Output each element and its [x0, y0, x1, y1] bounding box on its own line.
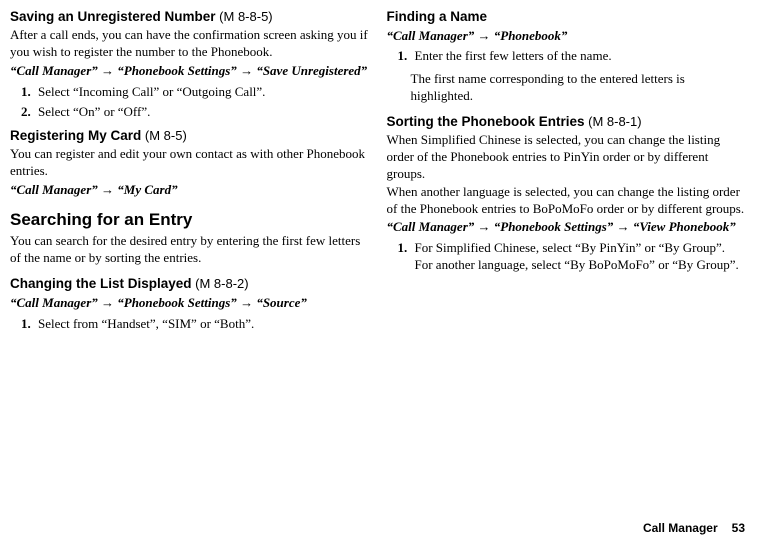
heading-registering-card: Registering My Card (M 8-5) [10, 127, 369, 145]
arrow-icon: → [478, 219, 491, 234]
list-item: Select from “Handset”, “SIM” or “Both”. [34, 316, 369, 333]
nav-path: “Call Manager” → “Phonebook Settings” → … [387, 219, 746, 236]
body-text: You can register and edit your own conta… [10, 146, 369, 180]
heading-text: Saving an Unregistered Number [10, 9, 216, 24]
step-list: Select from “Handset”, “SIM” or “Both”. [10, 316, 369, 333]
body-text: After a call ends, you can have the conf… [10, 27, 369, 61]
body-text: When Simplified Chinese is selected, you… [387, 132, 746, 183]
step-list: Select “Incoming Call” or “Outgoing Call… [10, 84, 369, 122]
menu-code: (M 8-8-1) [585, 114, 642, 129]
heading-finding-name: Finding a Name [387, 8, 746, 26]
nav-item: “Phonebook” [494, 28, 568, 43]
step-list: Enter the first few letters of the name. [387, 48, 746, 65]
heading-text: Registering My Card [10, 128, 141, 143]
body-text: When another language is selected, you c… [387, 184, 746, 218]
list-item: Select “Incoming Call” or “Outgoing Call… [34, 84, 369, 101]
menu-code: (M 8-8-2) [192, 276, 249, 291]
list-item: Enter the first few letters of the name. [411, 48, 746, 65]
heading-changing-list: Changing the List Displayed (M 8-8-2) [10, 275, 369, 293]
nav-path: “Call Manager” → “Phonebook Settings” → … [10, 63, 369, 80]
body-text: You can search for the desired entry by … [10, 233, 369, 267]
nav-path: “Call Manager” → “Phonebook Settings” → … [10, 295, 369, 312]
nav-item: “View Phonebook” [633, 219, 736, 234]
list-item: Select “On” or “Off”. [34, 104, 369, 121]
nav-item: “Phonebook Settings” [117, 295, 237, 310]
left-column: Saving an Unregistered Number (M 8-8-5) … [10, 8, 369, 338]
nav-item: “Source” [256, 295, 307, 310]
arrow-icon: → [101, 182, 114, 197]
heading-text: Sorting the Phonebook Entries [387, 114, 585, 129]
nav-item: “Phonebook Settings” [494, 219, 614, 234]
page-content: Saving an Unregistered Number (M 8-8-5) … [0, 0, 767, 338]
heading-saving-unregistered: Saving an Unregistered Number (M 8-8-5) [10, 8, 369, 26]
arrow-icon: → [101, 295, 114, 310]
page-footer: Call Manager 53 [643, 521, 745, 537]
arrow-icon: → [617, 219, 630, 234]
nav-item: “Phonebook Settings” [117, 63, 237, 78]
nav-item: “Call Manager” [10, 182, 98, 197]
footer-page-number: 53 [732, 521, 745, 535]
arrow-icon: → [478, 28, 491, 43]
arrow-icon: → [240, 295, 253, 310]
nav-item: “My Card” [117, 182, 177, 197]
nav-item: “Save Unregistered” [256, 63, 367, 78]
nav-path: “Call Manager” → “My Card” [10, 182, 369, 199]
body-text: The first name corresponding to the ente… [411, 71, 746, 105]
menu-code: (M 8-5) [141, 128, 187, 143]
arrow-icon: → [101, 63, 114, 78]
footer-section: Call Manager [643, 521, 718, 535]
list-item: For Simplified Chinese, select “By PinYi… [411, 240, 746, 274]
nav-item: “Call Manager” [387, 219, 475, 234]
heading-searching-entry: Searching for an Entry [10, 209, 369, 231]
menu-code: (M 8-8-5) [216, 9, 273, 24]
arrow-icon: → [240, 63, 253, 78]
nav-path: “Call Manager” → “Phonebook” [387, 28, 746, 45]
nav-item: “Call Manager” [387, 28, 475, 43]
heading-sorting-entries: Sorting the Phonebook Entries (M 8-8-1) [387, 113, 746, 131]
nav-item: “Call Manager” [10, 295, 98, 310]
step-list: For Simplified Chinese, select “By PinYi… [387, 240, 746, 274]
heading-text: Changing the List Displayed [10, 276, 192, 291]
right-column: Finding a Name “Call Manager” → “Phonebo… [387, 8, 746, 338]
nav-item: “Call Manager” [10, 63, 98, 78]
